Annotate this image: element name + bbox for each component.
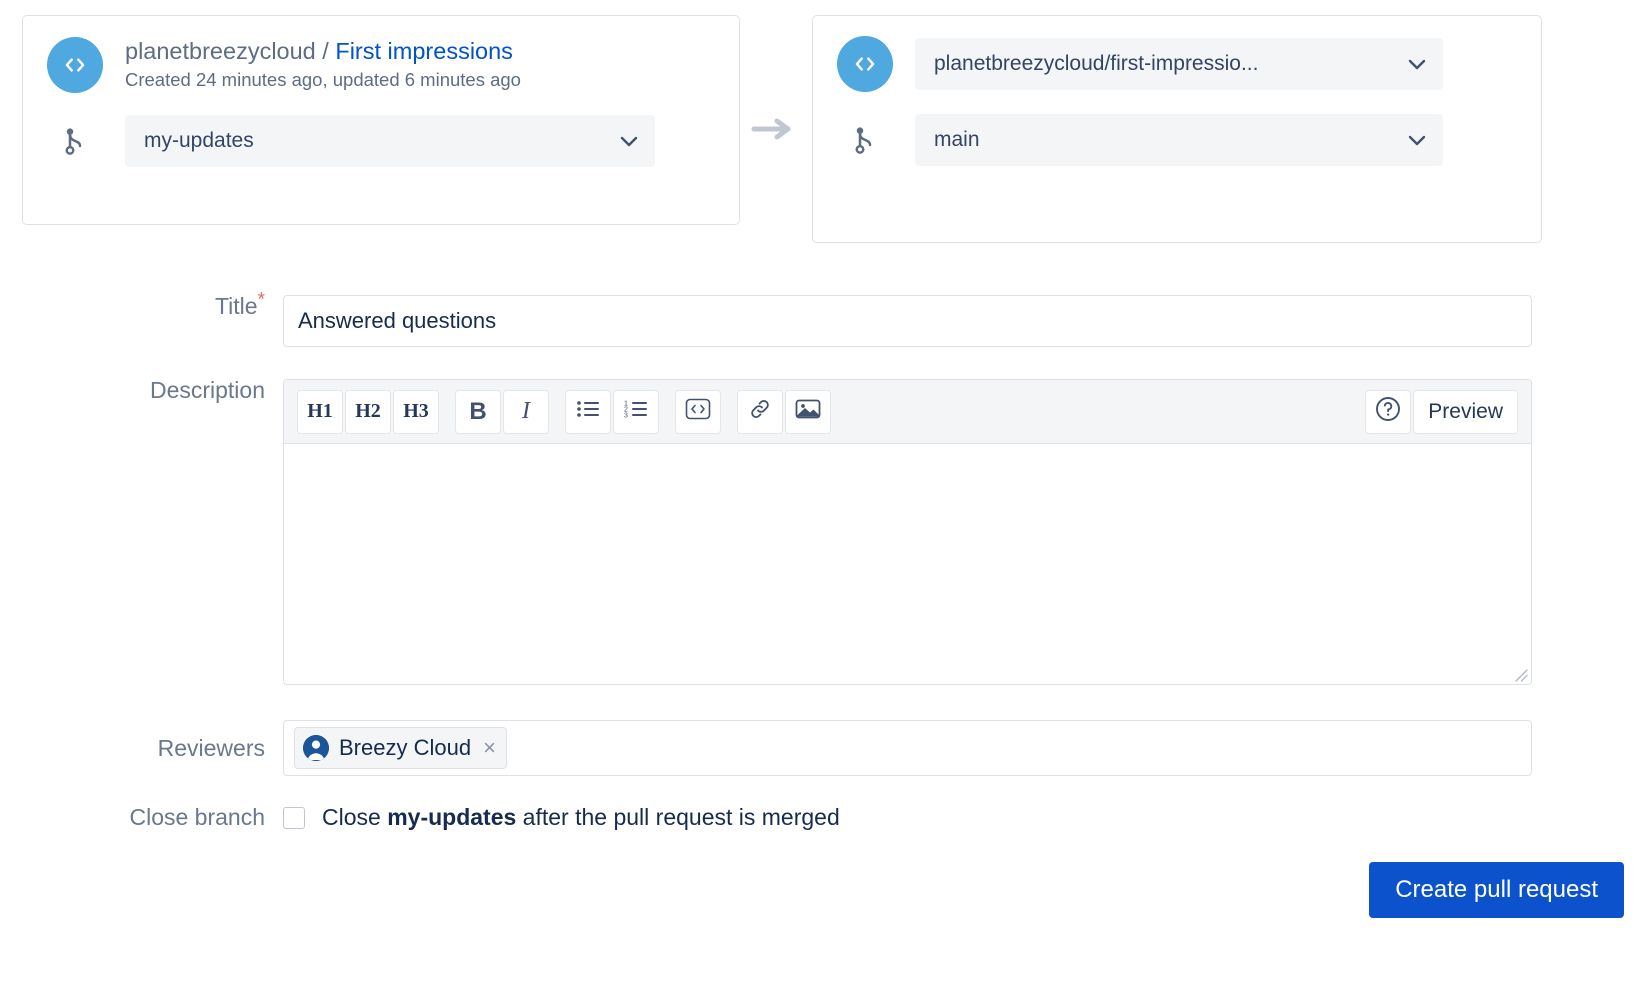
- close-branch-row: Close branch Close my-updates after the …: [0, 804, 1644, 831]
- heading-button-group: H1 H2 H3: [296, 390, 440, 434]
- pull-request-form: Title* Description H1 H2 H3: [0, 295, 1644, 831]
- source-repo-timestamps: Created 24 minutes ago, updated 6 minute…: [125, 68, 521, 93]
- source-repo-owner: planetbreezycloud: [125, 38, 316, 64]
- form-footer: Create pull request: [20, 862, 1624, 918]
- reviewers-label: Reviewers: [0, 737, 283, 760]
- close-text-before: Close: [322, 804, 387, 830]
- title-label: Title*: [0, 295, 283, 318]
- description-textarea[interactable]: [284, 444, 1531, 684]
- help-icon: [1374, 395, 1402, 429]
- source-branch-panel: planetbreezycloud / First impressions Cr…: [22, 15, 740, 225]
- create-pull-request-button[interactable]: Create pull request: [1369, 862, 1624, 918]
- title-input[interactable]: [283, 295, 1532, 347]
- close-branch-field-area: Close my-updates after the pull request …: [283, 804, 1644, 831]
- text-style-button-group: B I: [454, 390, 550, 434]
- source-repo-separator: /: [316, 38, 336, 64]
- heading-3-button[interactable]: H3: [393, 390, 439, 434]
- reviewers-row: Reviewers Breezy Cloud ×: [0, 720, 1644, 776]
- chevron-down-icon: [1408, 59, 1426, 70]
- destination-repo-select[interactable]: planetbreezycloud/first-impressio...: [915, 38, 1443, 90]
- code-icon: [685, 398, 711, 426]
- bullet-list-icon: [576, 399, 600, 425]
- reviewers-field-area: Breezy Cloud ×: [283, 720, 1644, 776]
- branch-icon: [837, 125, 893, 155]
- create-pull-request-page: planetbreezycloud / First impressions Cr…: [0, 0, 1644, 984]
- source-repo-line: planetbreezycloud / First impressions Cr…: [47, 36, 715, 93]
- source-branch-value: my-updates: [144, 129, 608, 153]
- source-branch-select[interactable]: my-updates: [125, 115, 655, 167]
- branch-selection-row: planetbreezycloud / First impressions Cr…: [0, 0, 1644, 243]
- description-row: Description H1 H2 H3 B I: [0, 379, 1644, 685]
- preview-button[interactable]: Preview: [1413, 390, 1518, 434]
- source-repo-link[interactable]: First impressions: [335, 38, 513, 64]
- reviewer-chip[interactable]: Breezy Cloud ×: [294, 727, 507, 769]
- numbered-list-icon: 1 2 3: [624, 399, 648, 425]
- chevron-down-icon: [1408, 135, 1426, 146]
- list-button-group: 1 2 3: [564, 390, 660, 434]
- code-button[interactable]: [675, 390, 721, 434]
- close-text-after: after the pull request is merged: [516, 804, 839, 830]
- branch-icon: [47, 126, 103, 156]
- arrow-right-icon: [748, 115, 798, 143]
- image-icon: [795, 398, 821, 426]
- destination-branch-value: main: [934, 128, 1396, 152]
- code-repo-icon: [47, 37, 103, 93]
- heading-2-button[interactable]: H2: [345, 390, 391, 434]
- link-icon: [748, 397, 772, 427]
- close-branch-name: my-updates: [387, 804, 516, 830]
- description-editor: H1 H2 H3 B I: [283, 379, 1532, 685]
- close-branch-text: Close my-updates after the pull request …: [322, 804, 840, 831]
- destination-branch-select[interactable]: main: [915, 114, 1443, 166]
- help-button[interactable]: [1365, 390, 1411, 434]
- bold-button[interactable]: B: [455, 390, 501, 434]
- italic-button[interactable]: I: [503, 390, 549, 434]
- bullet-list-button[interactable]: [565, 390, 611, 434]
- reviewers-input[interactable]: Breezy Cloud ×: [283, 720, 1532, 776]
- destination-branch-panel: planetbreezycloud/first-impressio...: [812, 15, 1542, 243]
- destination-branch-line: main: [837, 114, 1517, 166]
- title-field-area: [283, 295, 1644, 347]
- description-field-area: H1 H2 H3 B I: [283, 379, 1644, 685]
- reviewer-name: Breezy Cloud: [339, 735, 471, 761]
- remove-reviewer-icon[interactable]: ×: [483, 737, 496, 759]
- source-branch-line: my-updates: [47, 115, 715, 167]
- source-repo-title: planetbreezycloud / First impressions: [125, 36, 521, 66]
- svg-text:3: 3: [624, 412, 628, 419]
- close-branch-field: Close my-updates after the pull request …: [283, 804, 1532, 831]
- description-label: Description: [0, 379, 283, 402]
- close-branch-checkbox[interactable]: [283, 807, 305, 829]
- source-repo-meta: planetbreezycloud / First impressions Cr…: [125, 36, 521, 93]
- destination-repo-value: planetbreezycloud/first-impressio...: [934, 52, 1396, 76]
- description-toolbar: H1 H2 H3 B I: [284, 380, 1531, 444]
- destination-repo-line: planetbreezycloud/first-impressio...: [837, 36, 1517, 92]
- link-button[interactable]: [737, 390, 783, 434]
- heading-1-button[interactable]: H1: [297, 390, 343, 434]
- code-repo-icon: [837, 36, 893, 92]
- numbered-list-button[interactable]: 1 2 3: [613, 390, 659, 434]
- close-branch-label: Close branch: [0, 806, 283, 829]
- title-row: Title*: [0, 295, 1644, 347]
- user-avatar-icon: [303, 735, 329, 761]
- chevron-down-icon: [620, 136, 638, 147]
- image-button[interactable]: [785, 390, 831, 434]
- required-marker: *: [258, 289, 265, 310]
- resize-handle[interactable]: [1510, 664, 1528, 682]
